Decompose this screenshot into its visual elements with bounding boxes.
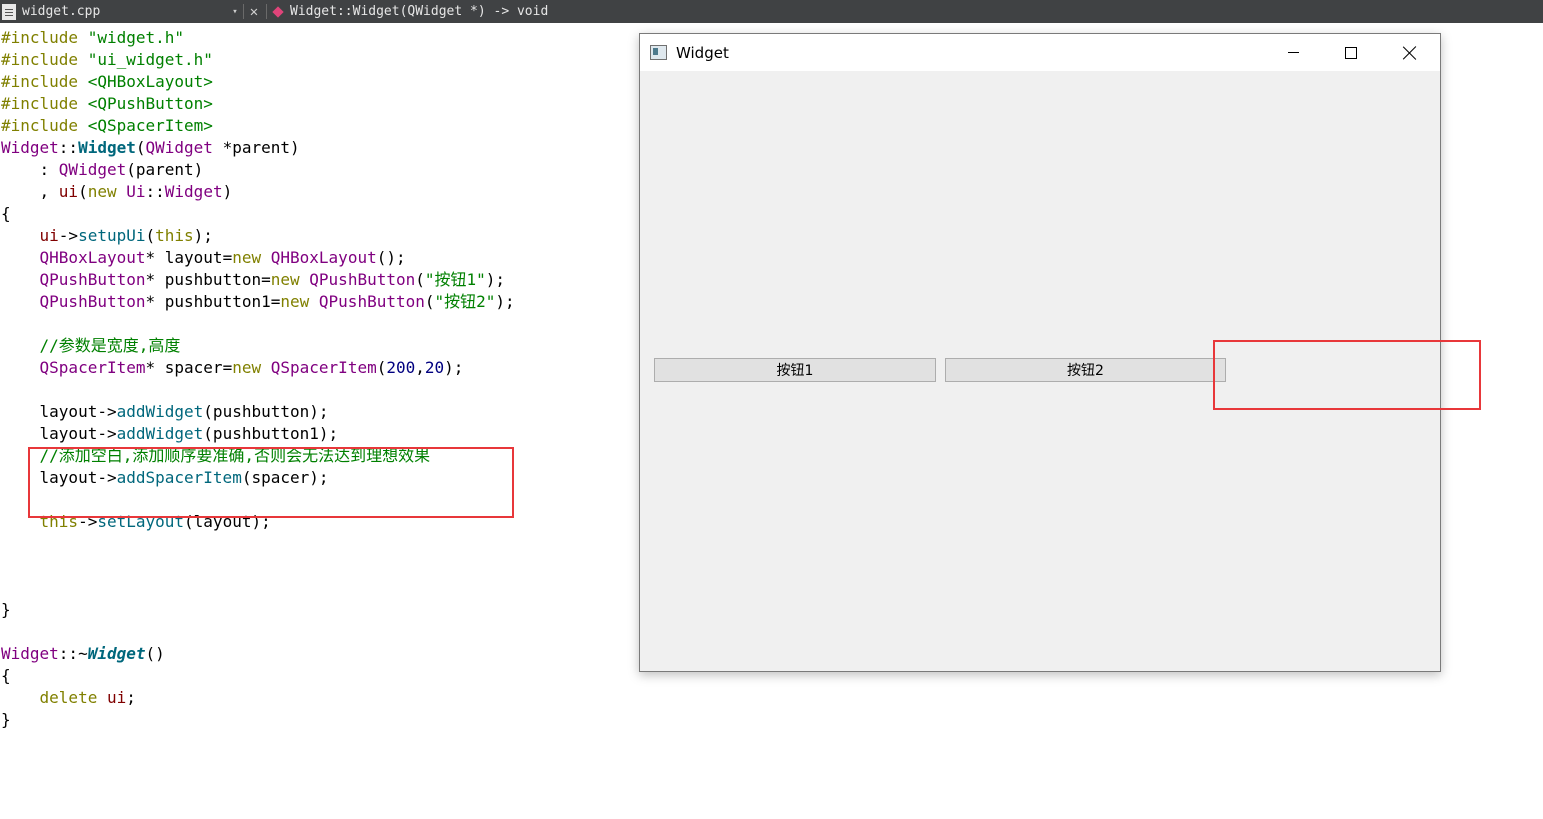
code-line: delete ui; (39, 688, 136, 707)
function-icon (272, 5, 284, 18)
code-line: //参数是宽度,高度 (39, 336, 181, 355)
code-line: : QWidget(parent) (1, 160, 204, 179)
code-line: QSpacerItem* spacer=new QSpacerItem(200,… (39, 358, 464, 377)
code-line: QPushButton* pushbutton1=new QPushButton… (39, 292, 515, 311)
minimize-button[interactable] (1264, 34, 1322, 71)
close-icon (1403, 46, 1417, 60)
window-titlebar[interactable]: Widget (640, 34, 1440, 71)
code-line: #include "widget.h" (1, 28, 185, 47)
maximize-button[interactable] (1322, 34, 1380, 71)
symbol-label: Widget::Widget(QWidget *) -> void (290, 4, 549, 19)
code-line: , ui(new Ui::Widget) (1, 182, 233, 201)
maximize-icon (1345, 46, 1357, 59)
code-line: layout->addWidget(pushbutton); (39, 402, 329, 421)
chevron-down-icon[interactable]: ▾ (228, 0, 242, 23)
code-line: { (1, 666, 11, 685)
code-line: Widget::Widget(QWidget *parent) (1, 138, 300, 157)
code-editor[interactable]: #include "widget.h" #include "ui_widget.… (1, 27, 621, 731)
code-line: } (1, 710, 11, 729)
push-button-2[interactable]: 按钮2 (945, 358, 1226, 382)
code-line: #include <QHBoxLayout> (1, 72, 213, 91)
divider (266, 4, 267, 19)
divider (243, 4, 244, 19)
code-line: #include <QSpacerItem> (1, 116, 213, 135)
highlight-box-spacer (1213, 340, 1481, 410)
window-title: Widget (676, 43, 729, 62)
code-line: layout->addWidget(pushbutton1); (39, 424, 339, 443)
close-icon[interactable]: ✕ (246, 0, 262, 23)
code-line: QPushButton* pushbutton=new QPushButton(… (39, 270, 506, 289)
code-line: QHBoxLayout* layout=new QHBoxLayout(); (39, 248, 406, 267)
code-line: #include <QPushButton> (1, 94, 213, 113)
minimize-icon (1287, 52, 1299, 53)
file-icon (2, 3, 16, 20)
code-line: Widget::~Widget() (1, 644, 165, 663)
app-icon (650, 45, 667, 60)
code-line: #include "ui_widget.h" (1, 50, 213, 69)
code-line: ui->setupUi(this); (39, 226, 213, 245)
editor-toolbar: widget.cpp ▾ ✕ Widget::Widget(QWidget *)… (0, 0, 1543, 23)
symbol-selector[interactable]: Widget::Widget(QWidget *) -> void (272, 0, 549, 23)
file-name: widget.cpp (22, 4, 101, 19)
push-button-1[interactable]: 按钮1 (654, 358, 936, 382)
highlight-box-code (28, 447, 514, 518)
code-line: } (1, 600, 11, 619)
close-button[interactable] (1381, 34, 1439, 71)
file-selector[interactable]: widget.cpp (0, 0, 243, 23)
code-line: { (1, 204, 11, 223)
